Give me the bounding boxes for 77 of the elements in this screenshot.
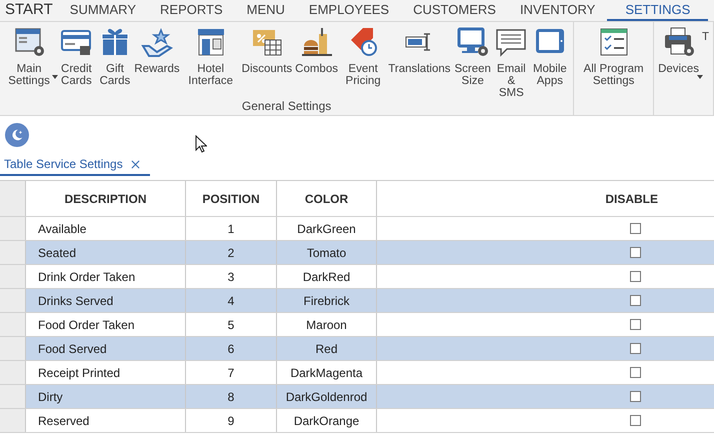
table-cell: 8: [186, 385, 277, 408]
mouse-pointer-icon: [195, 135, 207, 153]
food-combo-icon: [300, 26, 333, 58]
table-cell: Food Served: [26, 337, 186, 360]
ribbon-button[interactable]: T: [700, 26, 710, 115]
menu-tab[interactable]: CUSTOMERS: [401, 0, 508, 21]
table-cell: Drinks Served: [26, 289, 186, 312]
table-cell: DarkGreen: [277, 217, 377, 240]
column-header: POSITION: [186, 181, 277, 216]
table-cell: Firebrick: [277, 289, 377, 312]
table-cell: 9: [186, 409, 277, 432]
checkbox[interactable]: [630, 343, 641, 354]
table-cell: Dirty: [26, 385, 186, 408]
window-gear-icon: [13, 26, 46, 58]
ribbon-button[interactable]: Combos: [294, 26, 339, 99]
table-cell: 1: [186, 217, 277, 240]
group-label: General Settings: [242, 99, 332, 115]
checkbox[interactable]: [630, 271, 641, 282]
ribbon-button[interactable]: Event Pricing: [340, 26, 386, 99]
table-cell: 7: [186, 361, 277, 384]
checkbox[interactable]: [630, 295, 641, 306]
table-cell: DarkRed: [277, 265, 377, 288]
table-cell: Red: [277, 337, 377, 360]
column-header: COLOR: [277, 181, 377, 216]
table-cell: Food Order Taken: [26, 313, 186, 336]
ribbon-button[interactable]: Translations: [387, 26, 452, 99]
menu-tab[interactable]: REPORTS: [148, 0, 235, 21]
menu-tab[interactable]: START: [0, 0, 58, 21]
table-cell: 6: [186, 337, 277, 360]
ribbon-button[interactable]: Main Settings: [3, 26, 56, 99]
ribbon-button[interactable]: Gift Cards: [98, 26, 132, 99]
checkbox[interactable]: [630, 391, 641, 402]
menu-tab[interactable]: MENU: [234, 0, 297, 21]
table-cell: Receipt Printed: [26, 361, 186, 384]
checkbox[interactable]: [630, 223, 641, 234]
menu-tab[interactable]: INVENTORY: [508, 0, 608, 21]
ribbon-button[interactable]: Credit Cards: [56, 26, 97, 99]
document-tab[interactable]: Table Service Settings: [0, 154, 150, 176]
gift-box-icon: [98, 26, 131, 58]
ribbon-button[interactable]: Devices: [657, 26, 700, 115]
table-cell: 4: [186, 289, 277, 312]
caret-icon: [52, 75, 58, 79]
moon-stars-icon: [10, 128, 24, 142]
checkbox[interactable]: [630, 415, 641, 426]
table-cell: Available: [26, 217, 186, 240]
ribbon-button[interactable]: Hotel Interface: [182, 26, 240, 99]
caret-icon: [696, 75, 703, 79]
checklist-icon: [598, 26, 630, 58]
checkbox[interactable]: [630, 247, 641, 258]
table-cell: Maroon: [277, 313, 377, 336]
table-cell: DarkMagenta: [277, 361, 377, 384]
menu-tab[interactable]: SUMMARY: [58, 0, 148, 21]
ribbon-button[interactable]: Mobile Apps: [530, 26, 570, 99]
ribbon-button[interactable]: All Program Settings: [577, 26, 650, 115]
table-cell: Reserved: [26, 409, 186, 432]
column-header: DISABLE: [604, 190, 659, 208]
table-cell: 2: [186, 241, 277, 264]
checkbox[interactable]: [630, 367, 641, 378]
monitor-gear-icon: [456, 26, 489, 58]
table-cell: DarkGoldenrod: [277, 385, 377, 408]
checkbox[interactable]: [630, 319, 641, 330]
ribbon-button[interactable]: Email & SMS: [494, 26, 529, 99]
menu-tab[interactable]: EMPLOYEES: [296, 0, 402, 21]
table-cell: 5: [186, 313, 277, 336]
table-cell: 3: [186, 265, 277, 288]
table-cell: DarkOrange: [277, 409, 377, 432]
night-mode-button[interactable]: [5, 123, 29, 147]
close-icon[interactable]: [130, 160, 140, 168]
table-cell: Seated: [26, 241, 186, 264]
ribbon-button[interactable]: Discounts: [240, 26, 294, 99]
column-header: DESCRIPTION: [26, 181, 186, 216]
printer-gear-icon: [662, 26, 695, 58]
table-cell: Tomato: [277, 241, 377, 264]
hand-star-icon: [140, 26, 173, 58]
ribbon-button[interactable]: Screen Size: [452, 26, 493, 99]
ribbon-button[interactable]: Rewards: [133, 26, 181, 99]
table-cell: Drink Order Taken: [26, 265, 186, 288]
